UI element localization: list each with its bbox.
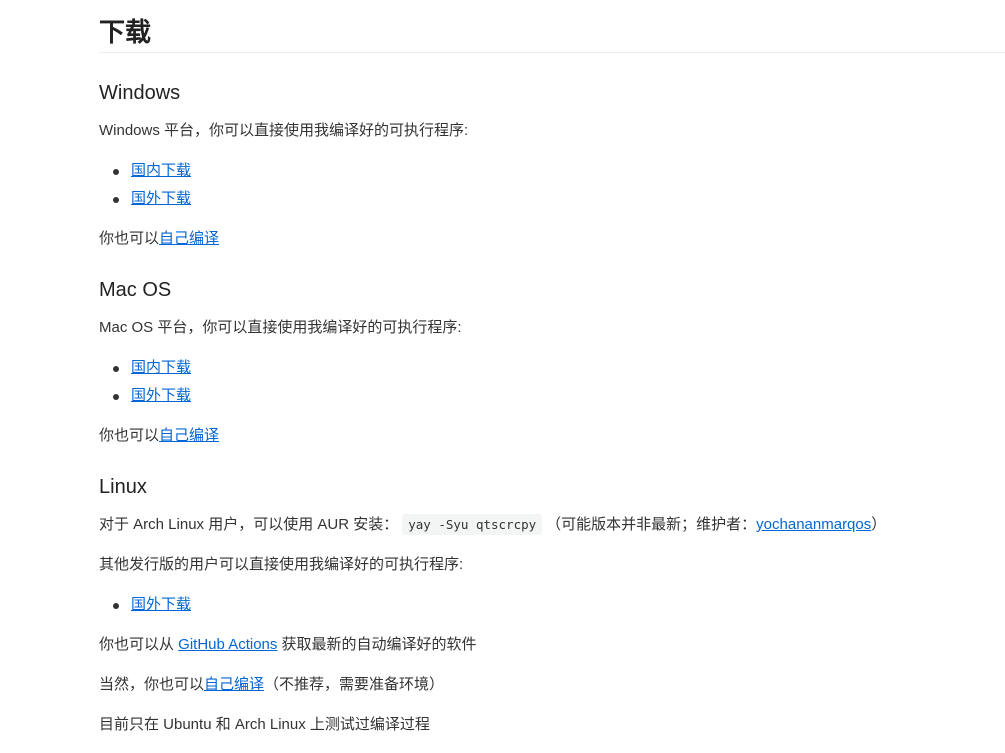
windows-self-build-link[interactable]: 自己编译 — [159, 230, 219, 247]
windows-domestic-download-link[interactable]: 国内下载 — [131, 162, 191, 179]
bullet-icon — [113, 197, 119, 203]
list-item: 国内下载 — [99, 160, 191, 188]
linux-tested-note: 目前只在 Ubuntu 和 Arch Linux 上测试过编译过程 — [99, 716, 430, 733]
list-item: 国外下载 — [99, 188, 191, 216]
linux-other-intro: 其他发行版的用户可以直接使用我编译好的可执行程序: — [99, 556, 464, 573]
macos-overseas-download-link[interactable]: 国外下载 — [131, 387, 191, 404]
windows-overseas-download-link[interactable]: 国外下载 — [131, 190, 191, 207]
linux-self-build-link[interactable]: 自己编译 — [204, 676, 264, 693]
macos-self-build-link[interactable]: 自己编译 — [159, 427, 219, 444]
list-item: 国外下载 — [99, 385, 191, 413]
maintainer-link[interactable]: yochananmarqos — [756, 516, 871, 533]
windows-self-build: 你也可以自己编译 — [99, 228, 219, 250]
linux-self-build-prefix: 当然，你也可以 — [99, 676, 205, 693]
macos-self-build-text: 你也可以 — [99, 427, 160, 444]
bullet-icon — [113, 169, 119, 175]
windows-heading: Windows — [99, 82, 181, 104]
document-body: 下载 Windows Windows 平台，你可以直接使用我编译好的可执行程序:… — [99, 0, 1005, 733]
linux-actions-suffix: 获取最新的自动编译好的软件 — [277, 636, 477, 653]
list-item: 国内下载 — [99, 357, 191, 385]
linux-download-list: 国外下载 — [99, 594, 191, 622]
page-title: 下载 — [99, 14, 1005, 53]
linux-self-build: 当然，你也可以自己编译（不推荐，需要准备环境） — [99, 674, 444, 696]
bullet-icon — [113, 366, 119, 372]
github-actions-link[interactable]: GitHub Actions — [178, 636, 277, 653]
linux-self-build-suffix: （不推荐，需要准备环境） — [264, 676, 445, 693]
bullet-icon — [113, 394, 119, 400]
list-item: 国外下载 — [99, 594, 191, 622]
bullet-icon — [113, 603, 119, 609]
macos-heading: Mac OS — [99, 279, 172, 301]
macos-intro: Mac OS 平台，你可以直接使用我编译好的可执行程序: — [99, 319, 462, 336]
windows-download-list: 国内下载 国外下载 — [99, 160, 191, 216]
macos-self-build: 你也可以自己编译 — [99, 425, 219, 447]
linux-actions-prefix: 你也可以从 — [99, 636, 179, 653]
windows-self-build-text: 你也可以 — [99, 230, 160, 247]
linux-actions-note: 你也可以从 GitHub Actions 获取最新的自动编译好的软件 — [99, 634, 477, 656]
macos-domestic-download-link[interactable]: 国内下载 — [131, 359, 191, 376]
linux-overseas-download-link[interactable]: 国外下载 — [131, 596, 191, 613]
linux-arch-note-prefix: （可能版本并非最新；维护者： — [546, 516, 757, 533]
linux-arch-note: 对于 Arch Linux 用户，可以使用 AUR 安装： yay -Syu qt… — [99, 514, 886, 536]
linux-arch-prefix: 对于 Arch Linux 用户，可以使用 AUR 安装： — [99, 516, 399, 533]
aur-install-command: yay -Syu qtscrcpy — [402, 514, 543, 535]
macos-download-list: 国内下载 国外下载 — [99, 357, 191, 413]
windows-intro: Windows 平台，你可以直接使用我编译好的可执行程序: — [99, 122, 469, 139]
linux-arch-note-suffix: ） — [871, 516, 887, 533]
linux-heading: Linux — [99, 476, 147, 498]
